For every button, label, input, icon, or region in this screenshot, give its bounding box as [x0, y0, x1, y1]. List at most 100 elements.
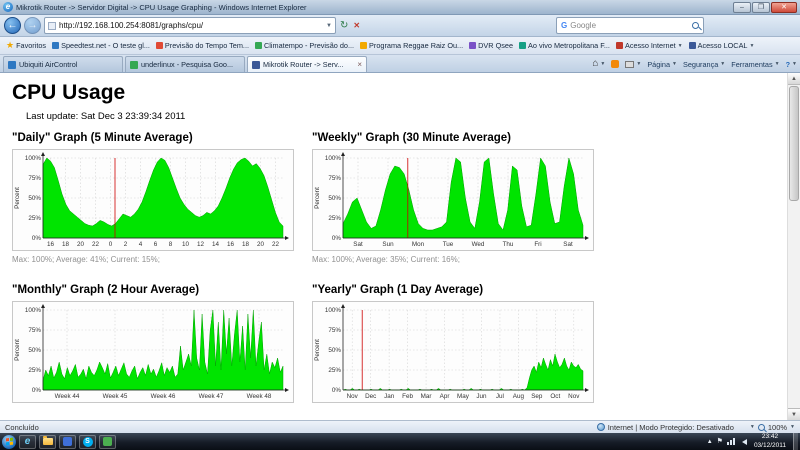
- svg-text:25%: 25%: [28, 215, 41, 222]
- favorite-item[interactable]: Acesso LOCAL ▼: [687, 40, 759, 51]
- network-icon[interactable]: [726, 438, 735, 445]
- daily-graph-stats: Max: 100%; Average: 41%; Current: 15%;: [12, 255, 160, 264]
- svg-text:18: 18: [242, 241, 250, 248]
- stop-icon[interactable]: ✕: [352, 21, 361, 30]
- svg-text:Mon: Mon: [412, 241, 425, 248]
- tray-expand-icon[interactable]: ▲: [707, 439, 713, 445]
- favorite-item[interactable]: Previsão do Tempo Tem...: [154, 40, 253, 51]
- tab-ubiquiti[interactable]: Ubiquiti AirControl: [3, 56, 123, 72]
- close-button[interactable]: ✕: [771, 1, 797, 13]
- svg-text:100%: 100%: [325, 307, 342, 314]
- svg-text:Percent: Percent: [314, 339, 321, 361]
- minimize-button[interactable]: –: [733, 1, 751, 13]
- help-button[interactable]: ? ▼: [786, 60, 797, 69]
- print-icon: [625, 60, 635, 68]
- favorite-item[interactable]: Climatempo - Previsão do...: [253, 40, 358, 51]
- svg-text:0: 0: [109, 241, 113, 248]
- svg-text:75%: 75%: [328, 327, 341, 334]
- svg-text:May: May: [457, 393, 470, 400]
- daily-graph-image: 0% 25% 50% 75% 100% 16 18 20 22 0 2 4 6 8 10 12 14 16 18 20…: [12, 149, 294, 251]
- svg-text:4: 4: [139, 241, 143, 248]
- svg-text:Week 47: Week 47: [199, 393, 224, 400]
- svg-text:Jun: Jun: [476, 393, 487, 400]
- zoom-control[interactable]: ▼ 100% ▼: [750, 423, 795, 432]
- help-icon: ?: [785, 59, 791, 69]
- tab-favicon-icon: [252, 60, 260, 69]
- taskbar-skype-button[interactable]: S: [79, 434, 96, 449]
- page-title: CPU Usage: [12, 81, 126, 104]
- tab-mikrotik-active[interactable]: Mikrotik Router -> Serv... ×: [247, 56, 367, 72]
- zoom-level: 100%: [767, 422, 788, 432]
- browser-window: e Mikrotik Router -> Servidor Digital ->…: [0, 0, 800, 450]
- search-input[interactable]: G Google: [556, 17, 704, 34]
- tab-underlinux[interactable]: underlinux - Pesquisa Goo...: [125, 56, 245, 72]
- favorite-item[interactable]: Programa Reggae Raiz Ou...: [358, 40, 467, 51]
- favicon-icon: [155, 42, 163, 49]
- volume-icon[interactable]: [739, 438, 747, 445]
- ie-icon: e: [3, 2, 13, 12]
- url-dropdown-icon[interactable]: ▼: [326, 23, 332, 29]
- page-menu-button[interactable]: Página ▼: [647, 60, 677, 69]
- favorite-item[interactable]: DVR Qsee: [467, 40, 517, 51]
- tools-menu-button[interactable]: Ferramentas ▼: [731, 60, 779, 69]
- taskbar-app-button[interactable]: [99, 434, 116, 449]
- page-viewport: CPU Usage Last update: Sat Dec 3 23:39:3…: [0, 73, 800, 420]
- feeds-button[interactable]: [611, 60, 620, 68]
- monthly-graph-image: 0% 25% 50% 75% 100% Week 44 Week 45 Week 46 Week…: [12, 301, 294, 403]
- svg-text:16: 16: [227, 241, 235, 248]
- svg-text:75%: 75%: [328, 175, 341, 182]
- show-desktop-button[interactable]: [793, 433, 798, 450]
- maximize-button[interactable]: ❐: [752, 1, 770, 13]
- safety-menu-button[interactable]: Segurança ▼: [683, 60, 725, 69]
- svg-text:20: 20: [257, 241, 265, 248]
- daily-graph-section: "Daily" Graph (5 Minute Average) 0% 25% 50…: [12, 132, 304, 264]
- system-tray: ▲ ⚑ 23:42 03/12/2011: [707, 433, 798, 450]
- taskbar-app-button[interactable]: [59, 434, 76, 449]
- back-button[interactable]: ←: [4, 17, 21, 34]
- svg-text:0%: 0%: [332, 387, 342, 394]
- svg-text:8: 8: [169, 241, 173, 248]
- favicon-icon: [52, 42, 60, 49]
- svg-text:14: 14: [212, 241, 220, 248]
- favorite-item[interactable]: Speedtest.net - O teste gl...: [50, 40, 154, 51]
- taskbar-ie-button[interactable]: e: [19, 434, 36, 449]
- favorite-item[interactable]: Acesso Internet ▼: [614, 40, 687, 51]
- address-field[interactable]: http://192.168.100.254:8081/graphs/cpu/ …: [44, 17, 336, 34]
- home-button[interactable]: ⌂ ▼: [592, 59, 605, 69]
- svg-text:Nov: Nov: [568, 393, 580, 400]
- scroll-up-icon[interactable]: ▲: [788, 73, 800, 85]
- monthly-graph-title: "Monthly" Graph (2 Hour Average): [12, 284, 200, 296]
- chevron-down-icon: ▼: [720, 61, 726, 67]
- action-center-icon[interactable]: ⚑: [717, 438, 723, 446]
- status-bar: Concluído Internet | Modo Protegido: Des…: [0, 420, 800, 433]
- yearly-graph-section: "Yearly" Graph (1 Day Average) 0% 25% 50% 7…: [312, 284, 604, 403]
- clock-date: 03/12/2011: [753, 441, 786, 449]
- weekly-graph-title: "Weekly" Graph (30 Minute Average): [312, 132, 512, 144]
- page-content: CPU Usage Last update: Sat Dec 3 23:39:3…: [0, 73, 787, 420]
- svg-text:Percent: Percent: [14, 187, 21, 209]
- search-icon[interactable]: [692, 22, 699, 29]
- scrollbar-thumb[interactable]: [789, 86, 799, 201]
- tab-close-icon[interactable]: ×: [357, 60, 362, 69]
- svg-text:16: 16: [47, 241, 55, 248]
- svg-text:Percent: Percent: [14, 339, 21, 361]
- start-button[interactable]: [2, 434, 16, 449]
- taskbar-clock[interactable]: 23:42 03/12/2011: [751, 433, 789, 449]
- refresh-icon[interactable]: ↻: [339, 20, 349, 31]
- svg-text:Mar: Mar: [421, 393, 432, 400]
- taskbar-explorer-button[interactable]: [39, 434, 56, 449]
- favorite-item[interactable]: Ao vivo Metropolitana F...: [517, 40, 614, 51]
- svg-text:Nov: Nov: [347, 393, 359, 400]
- vertical-scrollbar[interactable]: ▲ ▼: [787, 73, 800, 420]
- graphs-grid: "Daily" Graph (5 Minute Average) 0% 25% 50…: [12, 132, 787, 403]
- svg-text:50%: 50%: [328, 347, 341, 354]
- print-button[interactable]: ▼: [625, 60, 641, 68]
- clock-time: 23:42: [761, 433, 779, 441]
- scroll-down-icon[interactable]: ▼: [788, 408, 800, 420]
- chevron-down-icon: ▼: [600, 61, 606, 67]
- chevron-down-icon: ▼: [749, 424, 755, 430]
- svg-text:25%: 25%: [328, 367, 341, 374]
- favorites-button[interactable]: ★ Favoritos: [4, 40, 50, 51]
- globe-icon: [596, 423, 605, 431]
- forward-button[interactable]: →: [24, 17, 41, 34]
